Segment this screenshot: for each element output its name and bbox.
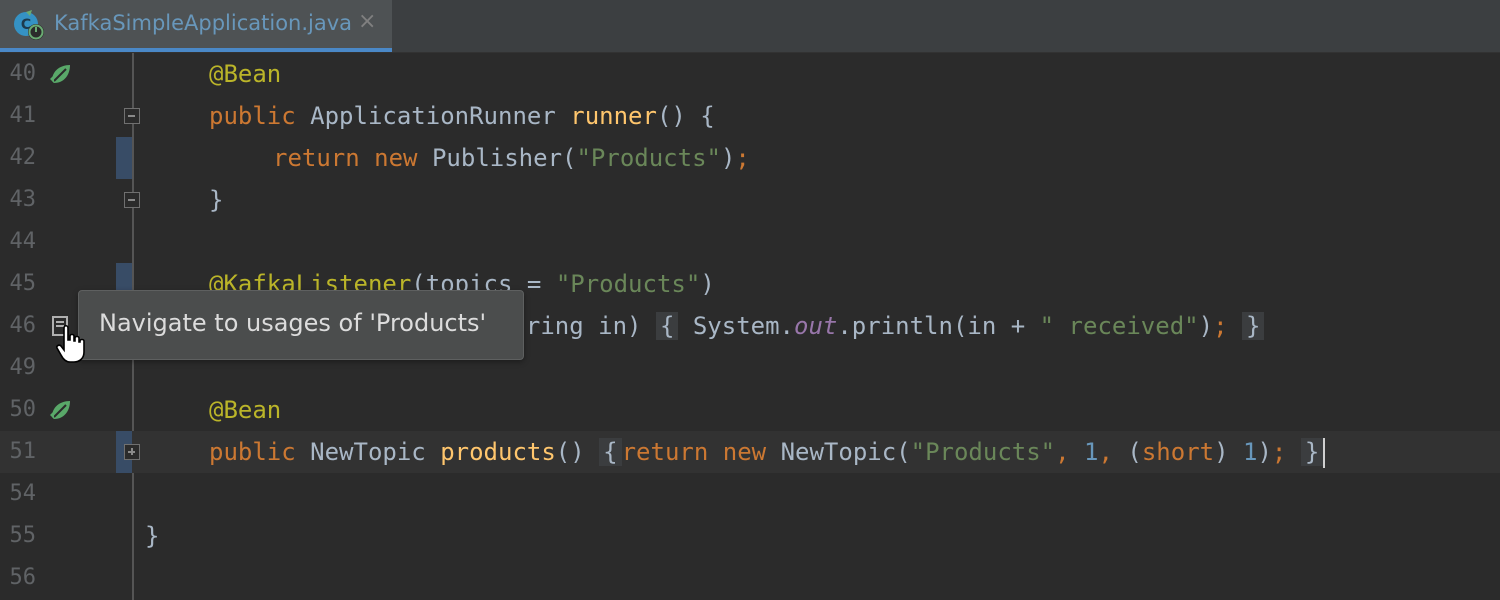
- hand-pointer-cursor-icon: [56, 324, 85, 363]
- code-line: 55 }: [0, 515, 1500, 557]
- tab-kafka-simple-application[interactable]: C KafkaSimpleApplication.java ×: [0, 0, 392, 52]
- code-line: 50 @Bean: [0, 389, 1500, 431]
- text-caret: [1323, 438, 1326, 468]
- tooltip-text: Navigate to usages of 'Products': [99, 309, 487, 337]
- folded-brace[interactable]: {: [599, 438, 622, 466]
- line-number: 44: [9, 229, 37, 254]
- code-line: 42 return new Publisher("Products");: [0, 137, 1500, 179]
- code-line: 56: [0, 557, 1500, 599]
- folded-brace[interactable]: {: [655, 312, 679, 340]
- navigate-usages-tooltip: Navigate to usages of 'Products': [78, 290, 524, 360]
- code-line: 44: [0, 221, 1500, 263]
- code-line: 40 @Bean: [0, 53, 1500, 95]
- line-number: 56: [9, 565, 37, 590]
- line-number: 41: [9, 103, 37, 128]
- code-line: 43 }: [0, 179, 1500, 221]
- tab-title: KafkaSimpleApplication.java: [54, 11, 353, 35]
- folded-brace[interactable]: }: [1241, 312, 1265, 340]
- string-literal: " received": [1039, 312, 1199, 340]
- keyword: return: [621, 438, 709, 466]
- static-field: out: [794, 312, 838, 340]
- class-name: NewTopic: [780, 438, 897, 466]
- folded-brace[interactable]: }: [1300, 438, 1324, 466]
- method-name: runner: [570, 102, 657, 130]
- close-icon[interactable]: ×: [358, 9, 376, 34]
- method-name: products: [440, 438, 556, 466]
- type-name: NewTopic: [310, 438, 426, 466]
- code-line-current: 51 public NewTopic products() {return ne…: [0, 431, 1500, 473]
- number-literal: 1: [1243, 438, 1258, 466]
- keyword: short: [1141, 438, 1215, 466]
- line-number: 54: [9, 481, 37, 506]
- keyword: public: [209, 102, 296, 130]
- annotation: @Bean: [209, 60, 282, 88]
- string-literal: "Products": [576, 144, 721, 172]
- string-literal: "Products": [910, 438, 1056, 466]
- spring-boot-java-class-icon: C: [14, 10, 44, 40]
- line-number: 49: [9, 355, 37, 380]
- fold-collapse-icon[interactable]: [124, 108, 140, 124]
- string-literal: "Products": [555, 270, 701, 298]
- line-number: 51: [9, 439, 37, 464]
- type-name: ApplicationRunner: [310, 102, 556, 130]
- line-number: 40: [9, 61, 37, 86]
- annotation: @Bean: [209, 396, 282, 424]
- editor-tab-bar: C KafkaSimpleApplication.java ×: [0, 0, 1500, 53]
- spring-bean-icon[interactable]: [48, 61, 74, 87]
- line-number: 55: [9, 523, 37, 548]
- keyword: new: [722, 438, 767, 466]
- line-number: 43: [9, 187, 37, 212]
- keyword: public: [209, 438, 296, 466]
- line-number: 46: [9, 313, 37, 338]
- line-number: 42: [9, 145, 37, 170]
- spring-bean-icon[interactable]: [48, 397, 74, 423]
- keyword: return: [273, 144, 360, 172]
- fold-end-icon[interactable]: [124, 192, 140, 208]
- class-name: Publisher: [431, 144, 563, 172]
- vcs-change-marker[interactable]: [116, 137, 132, 179]
- code-line: 41 public ApplicationRunner runner() {: [0, 95, 1500, 137]
- code-line: 54: [0, 473, 1500, 515]
- line-number: 45: [9, 271, 37, 296]
- fold-expand-icon[interactable]: [124, 444, 140, 460]
- keyword: new: [374, 144, 418, 172]
- number-literal: 1: [1084, 438, 1099, 466]
- line-number: 50: [9, 397, 37, 422]
- code-text: () {: [656, 102, 715, 130]
